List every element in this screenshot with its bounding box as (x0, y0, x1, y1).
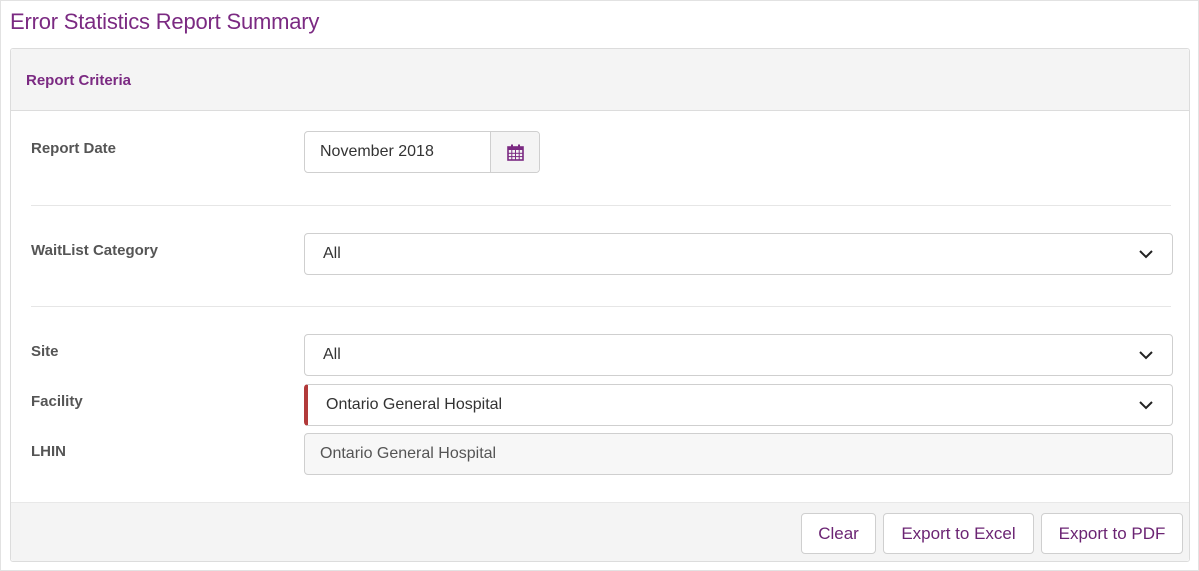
chevron-down-icon (1139, 401, 1153, 410)
panel-header: Report Criteria (11, 49, 1189, 111)
lhin-field: Ontario General Hospital (304, 433, 1173, 475)
facility-value: Ontario General Hospital (326, 396, 503, 413)
calendar-button[interactable] (491, 132, 539, 172)
report-date-picker (304, 131, 540, 173)
panel-footer: Clear Export to Excel Export to PDF (11, 502, 1189, 561)
export-excel-button[interactable]: Export to Excel (883, 513, 1034, 554)
site-value: All (323, 346, 341, 363)
calendar-icon (506, 144, 524, 161)
chevron-down-icon (1139, 351, 1153, 360)
divider (31, 306, 1171, 307)
report-criteria-panel: Report Criteria Report Date WaitList Cat… (10, 48, 1190, 562)
chevron-down-icon (1139, 250, 1153, 259)
waitlist-category-value: All (323, 245, 341, 262)
report-date-input[interactable] (305, 132, 491, 172)
lhin-value: Ontario General Hospital (320, 445, 497, 462)
panel-title: Report Criteria (26, 72, 132, 89)
page-title: Error Statistics Report Summary (10, 9, 320, 34)
site-select[interactable]: All (304, 334, 1173, 376)
lhin-label: LHIN (31, 443, 66, 460)
report-date-label: Report Date (31, 140, 117, 157)
facility-select[interactable]: Ontario General Hospital (304, 384, 1173, 426)
waitlist-category-label: WaitList Category (31, 242, 158, 259)
export-pdf-button[interactable]: Export to PDF (1041, 513, 1183, 554)
divider (31, 205, 1171, 206)
facility-label: Facility (31, 393, 83, 410)
clear-button[interactable]: Clear (801, 513, 876, 554)
waitlist-category-select[interactable]: All (304, 233, 1173, 275)
site-label: Site (31, 343, 59, 360)
